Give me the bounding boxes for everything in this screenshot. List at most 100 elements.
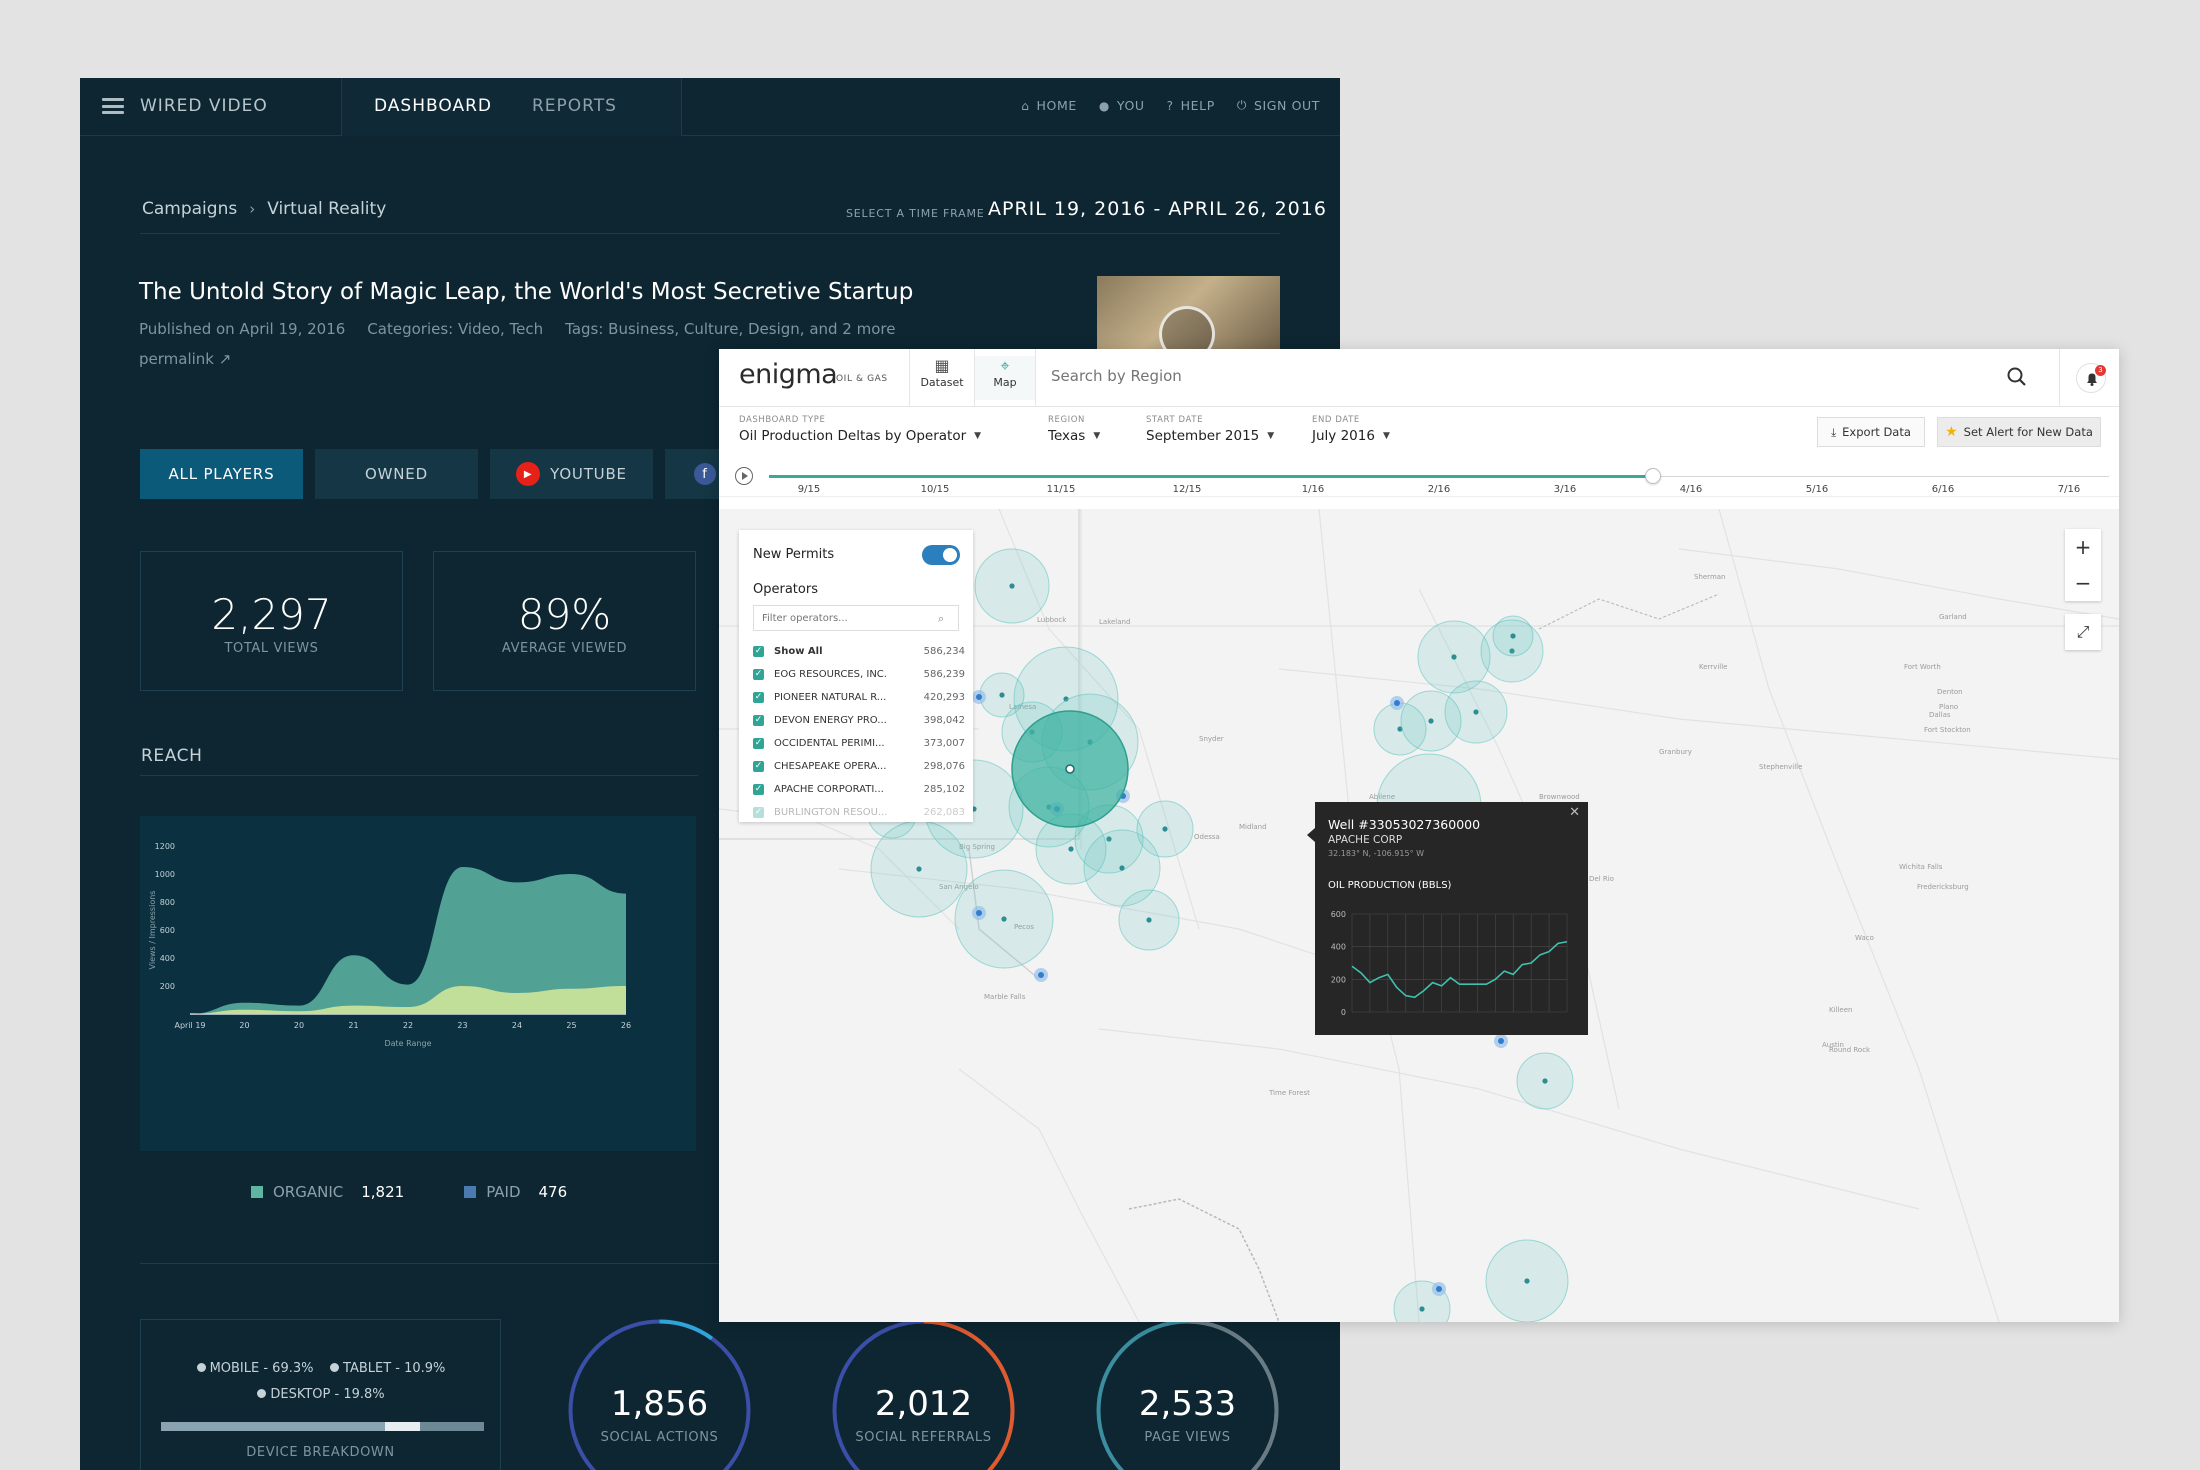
operator-name: Show All [774,646,823,657]
place-label: Lakeland [1099,618,1130,626]
timeline-handle[interactable] [1645,468,1662,484]
help-link-label: HELP [1180,98,1215,113]
star-icon: ★ [1945,424,1958,440]
checkbox-icon[interactable]: ✓ [753,784,764,795]
checkbox-icon[interactable]: ✓ [753,692,764,703]
help-link[interactable]: ? HELP [1167,98,1215,113]
filter-label: REGION [1048,415,1086,425]
set-alert-button[interactable]: ★ Set Alert for New Data [1937,417,2101,447]
operator-row[interactable]: ✓ PIONEER NATURAL R... 420,293 [753,686,965,709]
map-window: enigma OIL & GAS ▦ Dataset ⌖ Map 3 DASHB… [719,349,2119,1322]
operator-value: 586,239 [923,669,965,680]
timeframe-selector[interactable]: APRIL 19, 2016 - APRIL 26, 2016 [988,198,1327,220]
tab-youtube[interactable]: ▶ YOUTUBE [490,449,653,499]
permalink-label: permalink [139,350,214,368]
player-tabs: ALL PLAYERS OWNED ▶ YOUTUBE f [140,449,745,499]
video-thumbnail[interactable] [1097,276,1280,356]
divider [1035,349,1036,407]
expand-icon: ⤢ [2076,622,2090,641]
operator-value: 586,234 [923,646,965,657]
place-label: Snyder [1199,735,1224,743]
permit-dot [976,694,982,700]
tab-owned[interactable]: OWNED [315,449,478,499]
place-label: Granbury [1659,748,1692,756]
tab-dashboard[interactable]: DASHBOARD [374,96,492,116]
checkbox-icon[interactable]: ✓ [753,807,764,818]
selected-well-dot [1065,764,1075,774]
operator-list: ✓ Show All 586,234 ✓ EOG RESOURCES, INC. 586,… [753,640,965,822]
operator-row[interactable]: ✓ Show All 586,234 [753,640,965,663]
well-dot [1419,1306,1425,1312]
operator-row[interactable]: ✓ CHESAPEAKE OPERA... 298,076 [753,755,965,778]
zoom-in-button[interactable]: + [2065,529,2101,565]
y-tick-label: 1000 [155,870,175,879]
fullscreen-button[interactable]: ⤢ [2065,614,2101,650]
checkbox-icon[interactable]: ✓ [753,646,764,657]
checkbox-icon[interactable]: ✓ [753,669,764,680]
breadcrumb-virtual-reality[interactable]: Virtual Reality [267,199,386,219]
filter-value: Texas ▼ [1048,428,1100,444]
production-line-chart: 0 200 400 600 [1331,910,1568,1017]
place-label: Sherman [1694,573,1726,581]
filter-dashboard-type[interactable]: DASHBOARD TYPE Oil Production Deltas by … [739,415,981,444]
stat-label: TOTAL VIEWS [224,641,319,656]
zoom-out-button[interactable]: − [2065,565,2101,601]
device-bar-segment [161,1422,385,1431]
tab-all-players[interactable]: ALL PLAYERS [140,449,303,499]
ring-page-views: 2,533 PAGE VIEWS [1095,1318,1280,1470]
checkbox-icon[interactable]: ✓ [753,715,764,726]
device-mobile-label: MOBILE - 69.3% [209,1361,314,1376]
search-icon[interactable] [2006,366,2028,388]
filter-region[interactable]: REGION Texas ▼ [1048,415,1100,444]
y-tick-label: 200 [160,982,175,991]
breadcrumb-campaigns[interactable]: Campaigns [142,199,237,219]
notifications-button[interactable]: 3 [2076,363,2106,393]
enigma-logo: enigma [739,359,838,390]
region-search-input[interactable] [1051,367,1651,385]
hamburger-menu-icon[interactable] [102,98,124,114]
timeline-tick: 4/16 [1679,484,1703,495]
home-link[interactable]: ⌂ HOME [1021,98,1077,113]
filter-start-date[interactable]: START DATE September 2015 ▼ [1146,415,1274,444]
operator-row[interactable]: ✓ OCCIDENTAL PERIMI... 373,007 [753,732,965,755]
checkbox-icon[interactable]: ✓ [753,761,764,772]
operator-row[interactable]: ✓ EOG RESOURCES, INC. 586,239 [753,663,965,686]
operator-value: 398,042 [923,715,965,726]
operator-name: APACHE CORPORATI... [774,784,884,795]
well-tooltip: ✕ Well #33053027360000 APACHE CORP 32.18… [1307,802,1588,1035]
play-icon[interactable] [735,467,753,485]
timeline-tick: 9/15 [797,484,821,495]
operator-row[interactable]: ✓ APACHE CORPORATI... 285,102 [753,778,965,801]
timeline-progress [769,475,1654,478]
place-label: Plano [1939,703,1958,711]
sign-out-link[interactable]: ⏻ SIGN OUT [1237,98,1320,113]
timeline-tick: 6/16 [1931,484,1955,495]
new-permits-toggle[interactable] [922,545,960,565]
ring-label: SOCIAL ACTIONS [600,1430,719,1445]
x-tick-label: 24 [512,1021,522,1030]
you-link[interactable]: ● YOU [1099,98,1145,113]
tab-map[interactable]: ⌖ Map [975,356,1035,400]
external-link-icon: ↗ [218,350,232,368]
timeline-tick: 1/16 [1301,484,1325,495]
filter-operators-input[interactable] [753,605,959,631]
operator-row[interactable]: ✓ DEVON ENERGY PRO... 398,042 [753,709,965,732]
top-nav-bar: WIRED VIDEO DASHBOARD REPORTS ⌂ HOME ● YOU… [80,78,1340,136]
export-data-button[interactable]: ⤓ Export Data [1817,417,1925,447]
organic-swatch [251,1186,263,1198]
ring-social-actions: 1,856 SOCIAL ACTIONS [567,1318,752,1470]
well-dot [1451,654,1457,660]
tab-reports[interactable]: REPORTS [532,96,617,116]
legend-organic-value: 1,821 [361,1183,405,1201]
x-tick-label: 21 [348,1021,358,1030]
y-tick-label: 600 [160,926,175,935]
operator-row[interactable]: ✓ BURLINGTON RESOU... 262,083 [753,801,965,822]
filter-value: September 2015 ▼ [1146,428,1274,444]
permalink[interactable]: permalink ↗ [139,350,231,368]
tab-dataset[interactable]: ▦ Dataset [912,356,972,400]
filter-end-date[interactable]: END DATE July 2016 ▼ [1312,415,1390,444]
checkbox-icon[interactable]: ✓ [753,738,764,749]
ring-value: 2,533 [1138,1384,1237,1424]
divider [140,775,698,776]
zoom-control: + − [2065,529,2101,601]
